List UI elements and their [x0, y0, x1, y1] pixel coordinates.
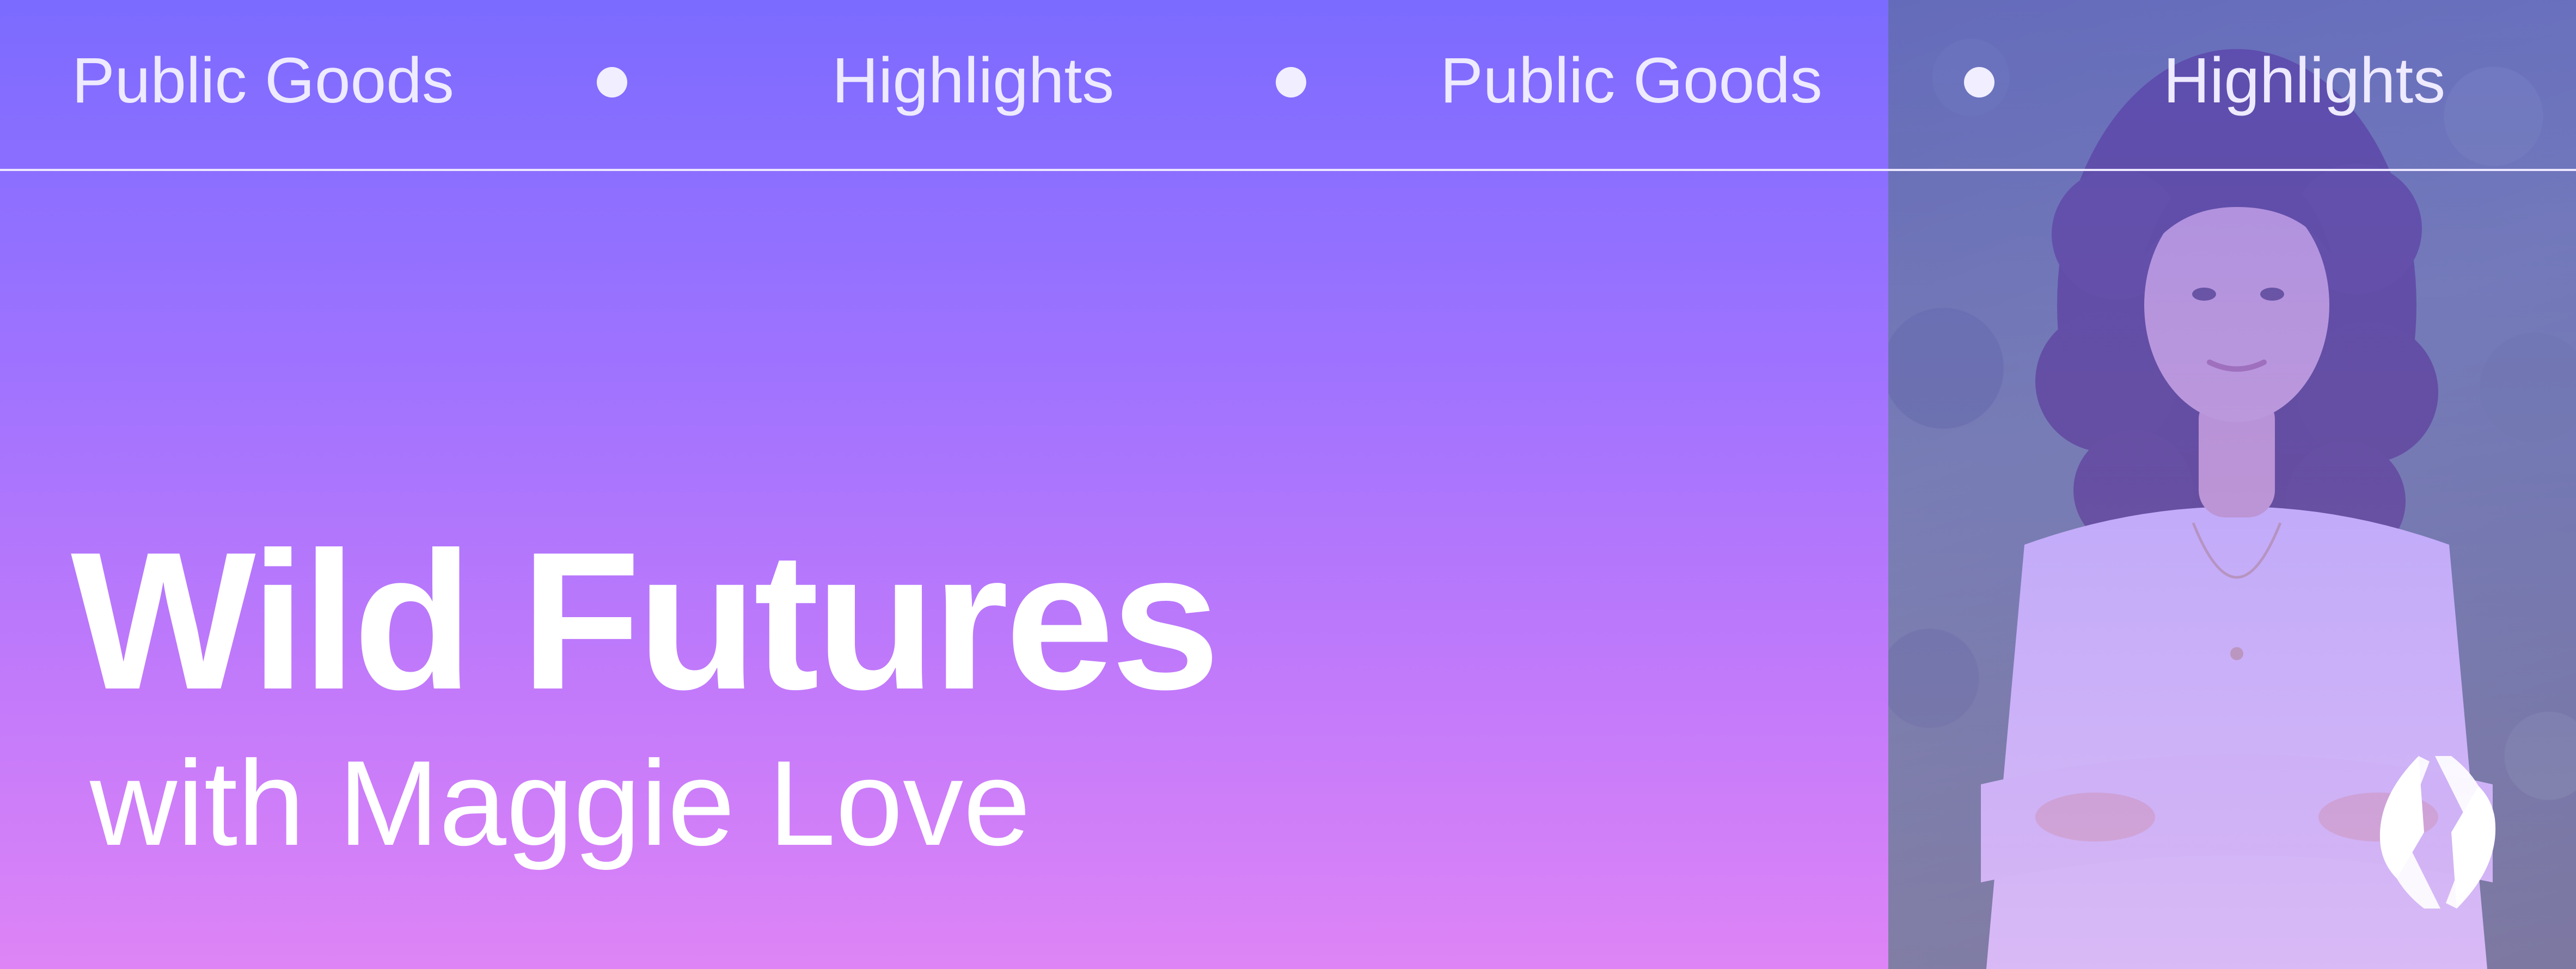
episode-subtitle: with Maggie Love — [90, 736, 1031, 871]
separator-dot-icon — [597, 67, 627, 97]
episode-title: Wild Futures — [71, 511, 1220, 730]
separator-dot-icon — [1276, 67, 1306, 97]
ticker-item: Public Goods — [1440, 45, 1822, 117]
separator-dot-icon — [1964, 67, 1994, 97]
ticker-bar: Public Goods Highlights Public Goods Hig… — [0, 0, 2576, 170]
ticker-item: Highlights — [2163, 45, 2446, 117]
ticker-item: Public Goods — [72, 45, 454, 117]
ticker-divider — [0, 169, 2576, 171]
ens-logo-icon — [2379, 756, 2496, 909]
ticker-item: Highlights — [832, 45, 1115, 117]
banner: Public Goods Highlights Public Goods Hig… — [0, 0, 2576, 969]
